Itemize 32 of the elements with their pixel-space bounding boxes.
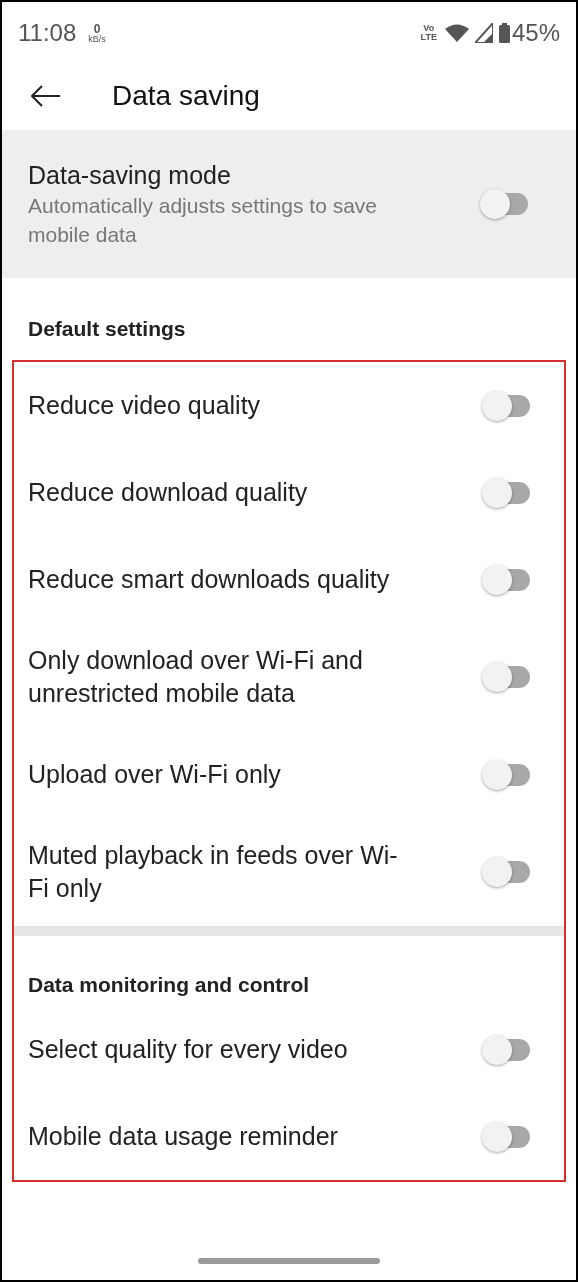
setting-label: Reduce smart downloads quality <box>28 564 391 595</box>
status-time: 11:08 <box>18 21 77 45</box>
signal-icon <box>474 23 493 43</box>
battery-percent: 45% <box>511 21 560 45</box>
net-speed-unit: kB/s <box>88 34 106 44</box>
setting-title: Data-saving mode <box>28 160 232 191</box>
volte-label: Vo <box>423 24 435 33</box>
setting-description: Automatically adjusts settings to save mobile data <box>28 193 378 248</box>
toggle-switch[interactable] <box>482 1033 530 1066</box>
battery-icon <box>498 23 510 43</box>
toggle-switch[interactable] <box>482 389 530 422</box>
toggle-switch[interactable] <box>480 188 528 220</box>
section-heading: Default settings <box>28 315 186 342</box>
toggle-switch[interactable] <box>482 1120 530 1153</box>
volte-label: LTE <box>420 33 437 42</box>
toggle-switch[interactable] <box>482 563 530 596</box>
toggle-switch[interactable] <box>482 476 530 509</box>
page-title: Data saving <box>112 79 260 113</box>
setting-label: Reduce download quality <box>28 477 309 508</box>
toggle-switch[interactable] <box>482 661 530 693</box>
setting-label: Muted playback in feeds over Wi-Fi only <box>28 840 399 904</box>
toggle-switch[interactable] <box>482 758 530 791</box>
setting-label: Reduce video quality <box>28 390 262 421</box>
wifi-icon <box>444 24 469 42</box>
setting-label: Only download over Wi-Fi and unrestricted mobile data <box>28 645 364 709</box>
net-speed: 0 <box>93 22 101 35</box>
setting-label: Upload over Wi-Fi only <box>28 759 282 790</box>
setting-label: Mobile data usage reminder <box>28 1121 339 1152</box>
section-heading: Data monitoring and control <box>28 971 310 998</box>
toggle-switch[interactable] <box>482 856 530 888</box>
back-arrow-icon <box>31 85 61 107</box>
setting-label: Select quality for every video <box>28 1034 349 1065</box>
